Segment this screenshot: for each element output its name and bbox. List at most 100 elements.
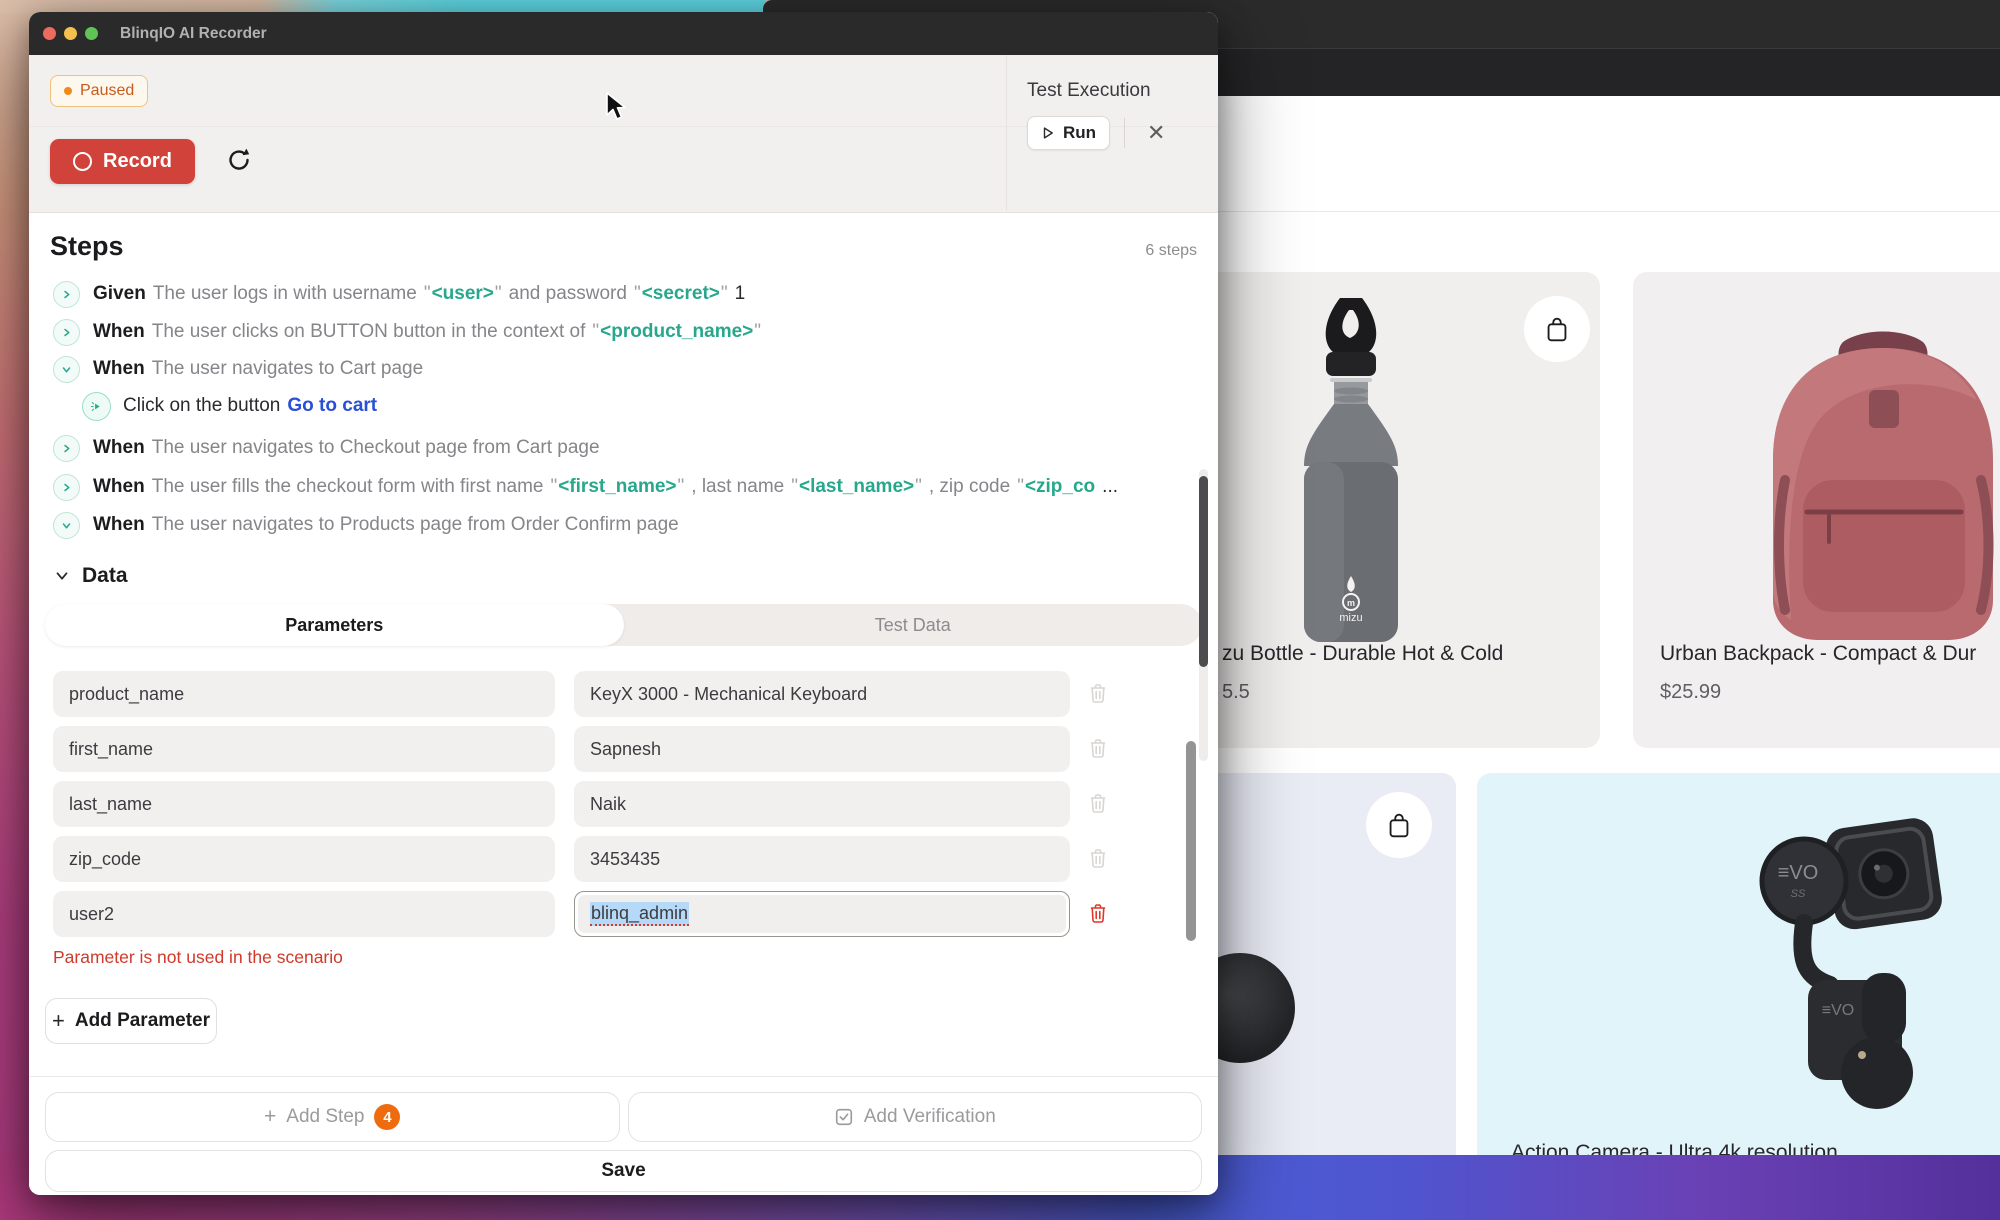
step-row[interactable]: WhenThe user clicks on BUTTON button in … (29, 317, 1218, 347)
step-row[interactable]: WhenThe user navigates to Cart page (29, 354, 1218, 384)
record-button[interactable]: Record (50, 139, 195, 184)
product-title: zu Bottle - Durable Hot & Cold (1222, 642, 1503, 666)
step-text: WhenThe user clicks on BUTTON button in … (93, 321, 761, 343)
parameter-name-input[interactable]: product_name (53, 671, 555, 717)
svg-text:≡VO: ≡VO (1822, 1002, 1854, 1019)
recorder-window: BlinqIO AI Recorder Paused Record (29, 12, 1218, 1195)
parameter-row: user2 blinq_admin (29, 891, 1218, 937)
add-parameter-button[interactable]: + Add Parameter (45, 998, 217, 1044)
refresh-icon (226, 147, 252, 173)
parameter-name-input[interactable]: last_name (53, 781, 555, 827)
data-section-header[interactable]: Data (29, 540, 1218, 588)
product-card-backpack[interactable]: Urban Backpack - Compact & Dur $25.99 (1633, 272, 2000, 748)
record-button-label: Record (103, 150, 172, 173)
parameter-value-input[interactable]: 3453435 (574, 836, 1070, 882)
vertical-divider (1124, 118, 1125, 148)
parameters-scrollbar-thumb[interactable] (1186, 741, 1196, 941)
step-segment: The user fills the checkout form with fi… (152, 476, 544, 498)
window-title: BlinqIO AI Recorder (120, 25, 267, 43)
shopping-bag-icon (1384, 810, 1414, 840)
product-image-backpack (1733, 330, 2000, 660)
step-row[interactable]: GivenThe user logs in with username<user… (29, 279, 1218, 309)
record-circle-icon (73, 152, 92, 171)
play-icon (1041, 126, 1055, 140)
parameter-name-input[interactable]: zip_code (53, 836, 555, 882)
add-step-button[interactable]: + Add Step 4 (45, 1092, 620, 1142)
chevron-right-icon[interactable] (53, 474, 80, 501)
data-tabs: Parameters Test Data (45, 604, 1202, 646)
svg-text:≡VO: ≡VO (1778, 862, 1819, 884)
parameter-name-input[interactable]: user2 (53, 891, 555, 937)
parameter-row: zip_code 3453435 (29, 836, 1218, 882)
paused-dot-icon (64, 87, 72, 95)
step-row[interactable]: WhenThe user navigates to Products page … (29, 510, 1218, 540)
delete-parameter-button[interactable] (1085, 846, 1111, 872)
parameter-value-input[interactable]: KeyX 3000 - Mechanical Keyboard (574, 671, 1070, 717)
svg-text:m: m (1347, 598, 1355, 608)
steps-list: GivenThe user logs in with username<user… (29, 279, 1218, 540)
checkbox-check-icon (834, 1107, 854, 1127)
delete-parameter-button[interactable] (1085, 791, 1111, 817)
step-segment: Given (93, 283, 146, 305)
steps-scrollbar-thumb[interactable] (1199, 476, 1208, 667)
chevron-right-icon[interactable] (53, 435, 80, 462)
steps-count: 6 steps (1145, 242, 1197, 260)
step-segment: <secret> (634, 283, 728, 305)
close-window-button[interactable] (43, 27, 56, 40)
parameters-list: product_name KeyX 3000 - Mechanical Keybo… (29, 671, 1218, 937)
step-segment: , zip code (929, 476, 1010, 498)
add-step-badge: 4 (374, 1104, 400, 1130)
footer: + Add Step 4 Add Verification Save (29, 1077, 1218, 1192)
step-segment: When (93, 514, 145, 536)
add-verification-label: Add Verification (864, 1106, 996, 1128)
step-segment: The user navigates to Checkout page from… (152, 437, 600, 459)
step-text: Click on the buttonGo to cart (123, 395, 377, 417)
add-to-cart-button[interactable] (1524, 296, 1590, 362)
sub-step-row[interactable]: Click on the buttonGo to cart (29, 391, 1218, 421)
product-card-camera[interactable]: ≡VO SS ≡VO Action Camera - Ultra 4k reso… (1477, 773, 2000, 1155)
step-row[interactable]: When The user navigates to Checkout page … (29, 433, 1218, 463)
chevron-down-icon[interactable] (53, 512, 80, 539)
step-segment: and password (509, 283, 627, 305)
add-to-cart-button[interactable] (1366, 792, 1432, 858)
product-title: Urban Backpack - Compact & Dur (1660, 642, 1976, 666)
status-badge-label: Paused (80, 82, 134, 100)
close-test-execution-button[interactable]: ✕ (1141, 120, 1171, 146)
add-parameter-label: Add Parameter (75, 1010, 210, 1032)
parameter-value-input[interactable]: blinq_admin (574, 891, 1070, 937)
delete-parameter-button[interactable] (1085, 901, 1111, 927)
save-button[interactable]: Save (45, 1150, 1202, 1192)
recorder-header: Paused Record Test Execution (29, 55, 1218, 213)
svg-text:SS: SS (1791, 888, 1806, 900)
window-titlebar[interactable]: BlinqIO AI Recorder (29, 12, 1218, 55)
run-button[interactable]: Run (1027, 116, 1110, 150)
parameter-value-input[interactable]: Naik (574, 781, 1070, 827)
selected-text: blinq_admin (590, 902, 689, 926)
delete-parameter-button[interactable] (1085, 681, 1111, 707)
parameter-row: product_name KeyX 3000 - Mechanical Keybo… (29, 671, 1218, 717)
desktop: m mizu zu Bottle - Durable Hot & Cold 5.… (0, 0, 2000, 1220)
step-row[interactable]: WhenThe user fills the checkout form wit… (29, 472, 1218, 502)
add-verification-button[interactable]: Add Verification (628, 1092, 1203, 1142)
step-segment: When (93, 358, 145, 380)
product-price: 5.5 (1222, 681, 1250, 704)
tab-parameters[interactable]: Parameters (45, 604, 624, 646)
zoom-window-button[interactable] (85, 27, 98, 40)
chevron-down-icon[interactable] (53, 356, 80, 383)
parameter-name-input[interactable]: first_name (53, 726, 555, 772)
mouse-cursor (605, 92, 631, 122)
tab-test-data[interactable]: Test Data (624, 604, 1203, 646)
step-segment: When (93, 437, 145, 459)
parameter-value-input[interactable]: Sapnesh (574, 726, 1070, 772)
step-segment: ... (1102, 476, 1118, 498)
step-link[interactable]: Go to cart (287, 395, 377, 417)
chevron-right-icon[interactable] (53, 281, 80, 308)
chevron-right-icon[interactable] (53, 319, 80, 346)
parameter-error-message: Parameter is not used in the scenario (53, 947, 1218, 968)
delete-parameter-button[interactable] (1085, 736, 1111, 762)
parameter-row: last_name Naik (29, 781, 1218, 827)
product-image-camera: ≡VO SS ≡VO (1712, 815, 1952, 1115)
product-price: $25.99 (1660, 681, 1721, 704)
minimize-window-button[interactable] (64, 27, 77, 40)
refresh-button[interactable] (222, 143, 256, 180)
